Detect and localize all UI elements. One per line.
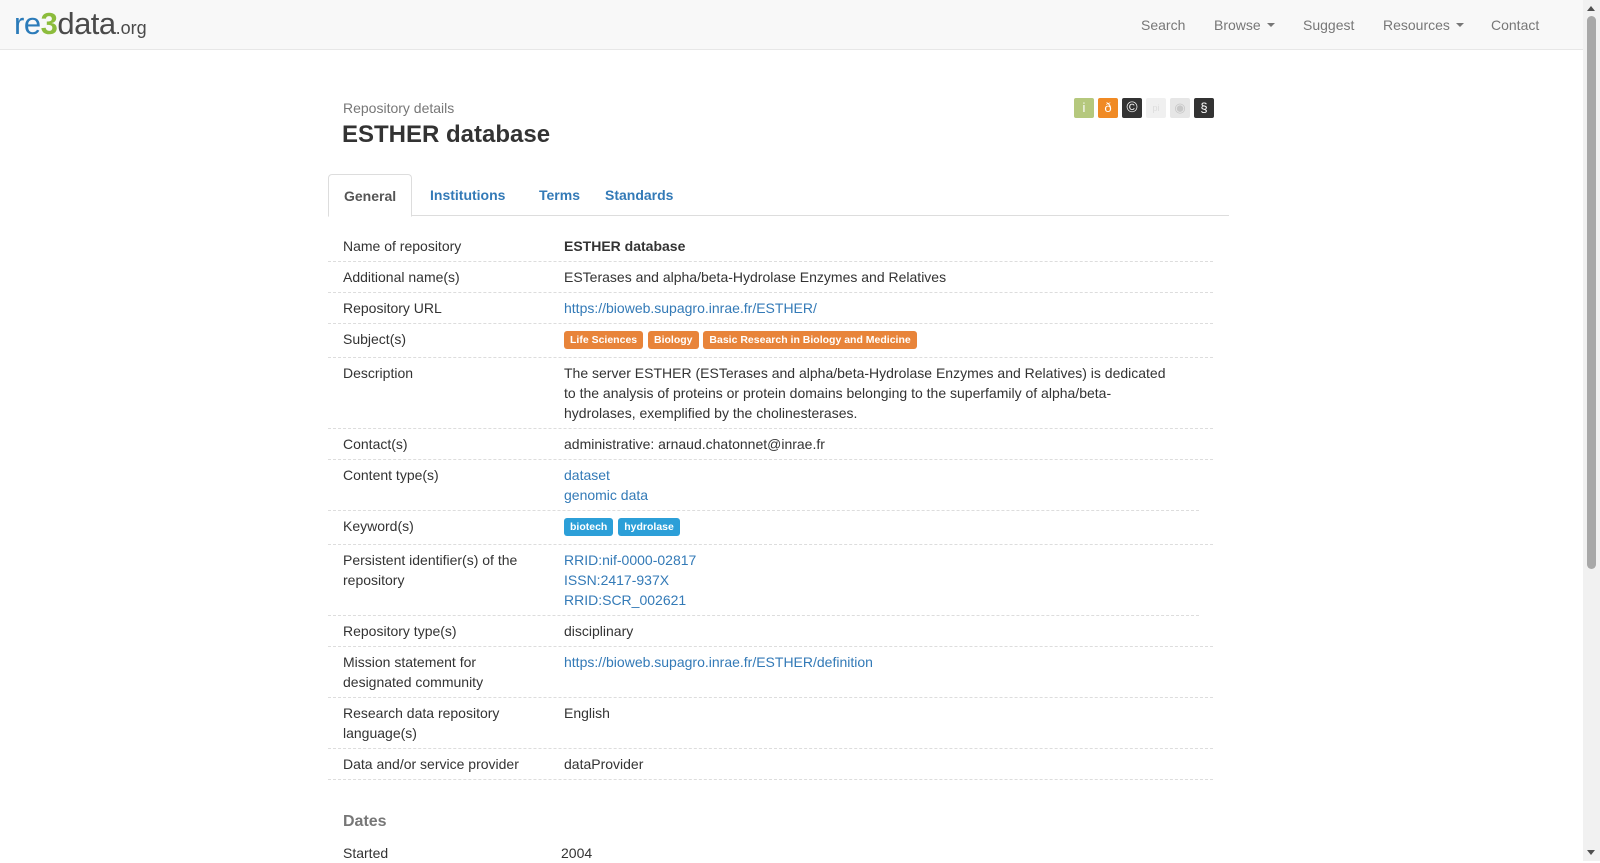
keyword-tag[interactable]: hydrolase (618, 518, 680, 536)
repository-details: Name of repository ESTHER database Addit… (328, 231, 1213, 780)
caret-down-icon (1455, 23, 1464, 27)
nav-browse-dropdown[interactable]: Browse (1214, 0, 1275, 50)
logo-re: re (14, 6, 41, 41)
nav-browse-label: Browse (1214, 17, 1261, 33)
detail-row-provider: Data and/or service provider dataProvide… (328, 749, 1213, 780)
nav-contact-link[interactable]: Contact (1491, 0, 1539, 50)
policy-icon[interactable]: § (1194, 98, 1214, 118)
certificate-icon[interactable]: ◉ (1170, 98, 1190, 118)
navbar: re3data.org Search Browse Suggest Resour… (0, 0, 1583, 50)
page-title: ESTHER database (342, 121, 551, 148)
nav-suggest-link[interactable]: Suggest (1303, 0, 1354, 50)
site-logo[interactable]: re3data.org (14, 6, 147, 42)
detail-label: Additional name(s) (343, 269, 460, 285)
detail-value: dataProvider (564, 756, 644, 772)
info-icon[interactable]: i (1074, 98, 1094, 118)
content-type-link[interactable]: dataset (564, 465, 1184, 485)
detail-value: The server ESTHER (ESTerases and alpha/b… (564, 365, 1166, 421)
scroll-down-arrow-icon[interactable] (1587, 850, 1595, 855)
subject-tag[interactable]: Biology (648, 331, 699, 349)
subject-tag[interactable]: Life Sciences (564, 331, 644, 349)
logo-org: .org (115, 18, 147, 38)
detail-label: Persistent identifier(s) of the reposito… (343, 552, 518, 588)
keyword-tag[interactable]: biotech (564, 518, 614, 536)
page-subtitle: Repository details (343, 100, 455, 116)
dates-heading: Dates (343, 813, 387, 830)
detail-label: Repository type(s) (343, 623, 457, 639)
pid-link[interactable]: RRID:SCR_002621 (564, 590, 1184, 610)
tab-terms[interactable]: Terms (524, 174, 595, 216)
detail-label: Data and/or service provider (343, 756, 519, 772)
detail-value: administrative: arnaud.chatonnet@inrae.f… (564, 436, 825, 452)
nav-resources-dropdown[interactable]: Resources (1383, 0, 1464, 50)
content-type-link[interactable]: genomic data (564, 485, 1184, 505)
detail-label: Description (343, 365, 414, 381)
scrollbar-thumb[interactable] (1587, 16, 1596, 569)
caret-down-icon (1266, 23, 1275, 27)
detail-label: Mission statement for designated communi… (343, 654, 484, 690)
detail-row-repository-type: Repository type(s) disciplinary (328, 616, 1213, 647)
detail-value: disciplinary (564, 623, 634, 639)
dates-label: Started (343, 845, 389, 861)
nav-search-link[interactable]: Search (1141, 0, 1185, 50)
mission-statement-link[interactable]: https://bioweb.supagro.inrae.fr/ESTHER/d… (564, 654, 873, 670)
detail-row-language: Research data repository language(s) Eng… (328, 698, 1213, 749)
dates-row-started: Started 2004 (343, 843, 1203, 863)
detail-row-content-types: Content type(s) dataset genomic data (328, 460, 1199, 511)
tab-general[interactable]: General (328, 174, 413, 217)
logo-three: 3 (40, 6, 58, 41)
subject-tag[interactable]: Basic Research in Biology and Medicine (703, 331, 917, 349)
pid-icon[interactable]: pi (1146, 98, 1166, 118)
detail-label: Content type(s) (343, 467, 439, 483)
detail-row-url: Repository URL https://bioweb.supagro.in… (328, 293, 1213, 324)
detail-label: Subject(s) (343, 331, 407, 347)
detail-label: Contact(s) (343, 436, 408, 452)
detail-label: Keyword(s) (343, 518, 414, 534)
detail-tabs: General Institutions Terms Standards (328, 174, 1229, 217)
detail-row-pids: Persistent identifier(s) of the reposito… (328, 545, 1199, 616)
detail-row-name: Name of repository ESTHER database (328, 231, 1213, 262)
detail-row-keywords: Keyword(s) biotech hydrolase (328, 511, 1213, 545)
detail-label: Research data repository language(s) (343, 705, 500, 741)
open-access-icon[interactable]: ð (1098, 98, 1118, 118)
dates-value: 2004 (561, 845, 593, 861)
detail-row-contacts: Contact(s) administrative: arnaud.chaton… (328, 429, 1213, 460)
detail-label: Name of repository (343, 238, 462, 254)
detail-row-mission: Mission statement for designated communi… (328, 647, 1213, 698)
detail-value: ESTerases and alpha/beta-Hydrolase Enzym… (564, 269, 947, 285)
nav-resources-label: Resources (1383, 17, 1450, 33)
detail-row-subjects: Subject(s) Life Sciences Biology Basic R… (328, 324, 1213, 358)
pid-link[interactable]: RRID:nif-0000-02817 (564, 550, 1184, 570)
vertical-scrollbar[interactable] (1583, 0, 1600, 861)
pid-link[interactable]: ISSN:2417-937X (564, 570, 1184, 590)
detail-row-additional-names: Additional name(s) ESTerases and alpha/b… (328, 262, 1213, 293)
logo-data: data (57, 6, 116, 41)
copyright-icon[interactable]: © (1122, 98, 1142, 118)
tab-standards[interactable]: Standards (590, 174, 688, 216)
detail-row-description: Description The server ESTHER (ESTerases… (328, 358, 1213, 429)
detail-value: English (564, 705, 610, 721)
detail-value: ESTHER database (564, 238, 686, 254)
repository-badges: i ð © pi ◉ § (1074, 98, 1214, 118)
detail-label: Repository URL (343, 300, 442, 316)
repository-url-link[interactable]: https://bioweb.supagro.inrae.fr/ESTHER/ (564, 300, 817, 316)
scroll-up-arrow-icon[interactable] (1587, 6, 1595, 11)
tab-institutions[interactable]: Institutions (415, 174, 520, 216)
